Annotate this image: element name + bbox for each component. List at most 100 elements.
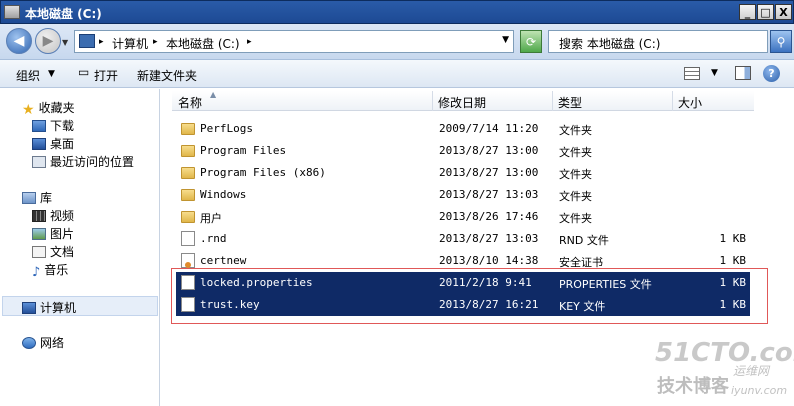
new-folder-button[interactable]: 新建文件夹 <box>137 67 197 84</box>
minimize-button[interactable]: _ <box>739 4 756 20</box>
computer-icon <box>79 34 95 48</box>
open-button[interactable]: 打开 <box>94 67 118 84</box>
recent-places-icon <box>32 156 46 168</box>
file-row[interactable]: Program Files 2013/8/27 13:00 文件夹 <box>176 140 750 162</box>
video-icon <box>32 210 46 222</box>
close-button[interactable]: X <box>775 4 792 20</box>
file-date-modified: 2013/8/10 14:38 <box>439 254 539 267</box>
file-name: .rnd <box>200 232 227 245</box>
nav-libraries[interactable]: 库 <box>22 189 52 206</box>
search-icon[interactable]: ⚲ <box>770 30 792 53</box>
nav-item-pictures[interactable]: 图片 <box>32 225 74 242</box>
nav-item-videos[interactable]: 视频 <box>32 207 74 224</box>
folder-icon <box>181 145 195 157</box>
organize-button[interactable]: 组织 <box>16 67 40 84</box>
documents-icon <box>32 246 46 258</box>
refresh-button[interactable]: ⟳ <box>520 30 542 53</box>
forward-button[interactable]: ▶ <box>35 28 61 54</box>
desktop-icon <box>32 138 46 150</box>
column-size[interactable]: 大小 <box>678 94 702 111</box>
folder-icon <box>181 167 195 179</box>
help-icon[interactable]: ? <box>763 65 780 82</box>
file-name: PerfLogs <box>200 122 253 135</box>
file-row[interactable]: Windows 2013/8/27 13:03 文件夹 <box>176 184 750 206</box>
address-dropdown-icon[interactable]: ▼ <box>502 35 509 45</box>
computer-icon <box>22 302 36 314</box>
nav-item-music[interactable]: ♪ 音乐 <box>32 261 68 280</box>
watermark-text: 51CTO.com <box>655 338 794 368</box>
nav-network[interactable]: 网络 <box>22 334 64 351</box>
breadcrumb-separator[interactable]: ▸ <box>153 37 158 47</box>
address-bar-area: ◀ ▶ ▼ ▸ 计算机 ▸ 本地磁盘 (C:) ▸ ▼ ⟳ 搜索 本地磁盘 (C… <box>0 24 794 60</box>
file-row[interactable]: PerfLogs 2009/7/14 11:20 文件夹 <box>176 118 750 140</box>
window-title: 本地磁盘 (C:) <box>25 7 102 21</box>
file-date-modified: 2013/8/27 13:00 <box>439 166 539 179</box>
file-size: 1 KB <box>719 254 747 267</box>
organize-dropdown-icon[interactable]: ▼ <box>48 69 55 79</box>
pictures-icon <box>32 228 46 240</box>
address-field[interactable]: ▸ 计算机 ▸ 本地磁盘 (C:) ▸ ▼ <box>74 30 514 53</box>
preview-pane-icon[interactable] <box>735 66 751 80</box>
file-date-modified: 2013/8/27 13:00 <box>439 144 539 157</box>
search-placeholder: 搜索 本地磁盘 (C:) <box>559 37 661 51</box>
maximize-button[interactable]: □ <box>757 4 774 20</box>
nav-computer[interactable]: 计算机 <box>22 299 76 316</box>
library-icon <box>22 192 36 204</box>
nav-item-documents[interactable]: 文档 <box>32 243 74 260</box>
file-type: 文件夹 <box>559 124 592 137</box>
certificate-icon <box>181 253 195 268</box>
change-view-icon[interactable] <box>684 67 700 80</box>
column-name[interactable]: 名称 <box>178 94 202 111</box>
file-name: Program Files (x86) <box>200 166 326 179</box>
nav-favorites[interactable]: ★ 收藏夹 <box>22 99 75 118</box>
folder-icon <box>181 189 195 201</box>
file-type: 文件夹 <box>559 212 592 225</box>
search-input[interactable]: 搜索 本地磁盘 (C:) <box>548 30 768 53</box>
file-name: certnew <box>200 254 247 267</box>
music-icon: ♪ <box>32 265 41 280</box>
nav-item-desktop[interactable]: 桌面 <box>32 135 74 152</box>
file-name: Program Files <box>200 144 287 157</box>
file-icon <box>181 231 195 246</box>
file-date-modified: 2013/8/26 17:46 <box>439 210 539 223</box>
file-type: 文件夹 <box>559 190 592 203</box>
file-name: 用户 <box>200 212 222 225</box>
open-icon: ▭ <box>78 65 90 79</box>
star-icon: ★ <box>22 102 35 118</box>
file-row[interactable]: Program Files (x86) 2013/8/27 13:00 文件夹 <box>176 162 750 184</box>
back-button[interactable]: ◀ <box>6 28 32 54</box>
watermark-text: 运维网 <box>733 364 770 378</box>
file-row[interactable]: 用户 2013/8/26 17:46 文件夹 <box>176 206 750 228</box>
drive-icon <box>4 5 20 19</box>
file-type: 文件夹 <box>559 168 592 181</box>
sort-ascending-icon: ▲ <box>210 90 217 99</box>
file-type: RND 文件 <box>559 234 609 247</box>
file-date-modified: 2013/8/27 13:03 <box>439 232 539 245</box>
file-date-modified: 2013/8/27 13:03 <box>439 188 539 201</box>
command-bar: 组织 ▼ ▭ 打开 新建文件夹 ▼ ? <box>0 60 794 88</box>
nav-item-recent-places[interactable]: 最近访问的位置 <box>32 153 134 170</box>
nav-item-downloads[interactable]: 下载 <box>32 117 74 134</box>
column-type[interactable]: 类型 <box>558 94 582 111</box>
breadcrumb-separator[interactable]: ▸ <box>99 37 104 47</box>
view-dropdown-icon[interactable]: ▼ <box>711 68 718 78</box>
folder-icon <box>181 123 195 135</box>
file-date-modified: 2009/7/14 11:20 <box>439 122 539 135</box>
navigation-pane: ★ 收藏夹 下载 桌面 最近访问的位置 库 视频 图片 文档 ♪ 音乐 计算机 网络 <box>0 89 160 406</box>
file-size: 1 KB <box>719 232 747 245</box>
watermark-text: iyunv.com <box>731 384 788 397</box>
recent-pages-dropdown[interactable]: ▼ <box>62 38 68 47</box>
column-date-modified[interactable]: 修改日期 <box>438 94 486 111</box>
download-folder-icon <box>32 120 46 132</box>
breadcrumb-separator[interactable]: ▸ <box>247 37 252 47</box>
network-icon <box>22 337 36 349</box>
title-bar: 本地磁盘 (C:) _ □ X <box>0 0 794 24</box>
file-row[interactable]: .rnd 2013/8/27 13:03 RND 文件 1 KB <box>176 228 750 250</box>
breadcrumb-drive[interactable]: 本地磁盘 (C:) <box>166 35 240 52</box>
watermark: 51CTO.com 技术博客 运维网 iyunv.com <box>655 338 794 406</box>
highlight-annotation-box <box>171 268 768 324</box>
file-name: Windows <box>200 188 247 201</box>
watermark-text: 技术博客 <box>657 376 729 397</box>
breadcrumb-computer[interactable]: 计算机 <box>112 35 148 52</box>
column-header-bar: 名称 ▲ 修改日期 类型 大小 <box>172 90 754 111</box>
